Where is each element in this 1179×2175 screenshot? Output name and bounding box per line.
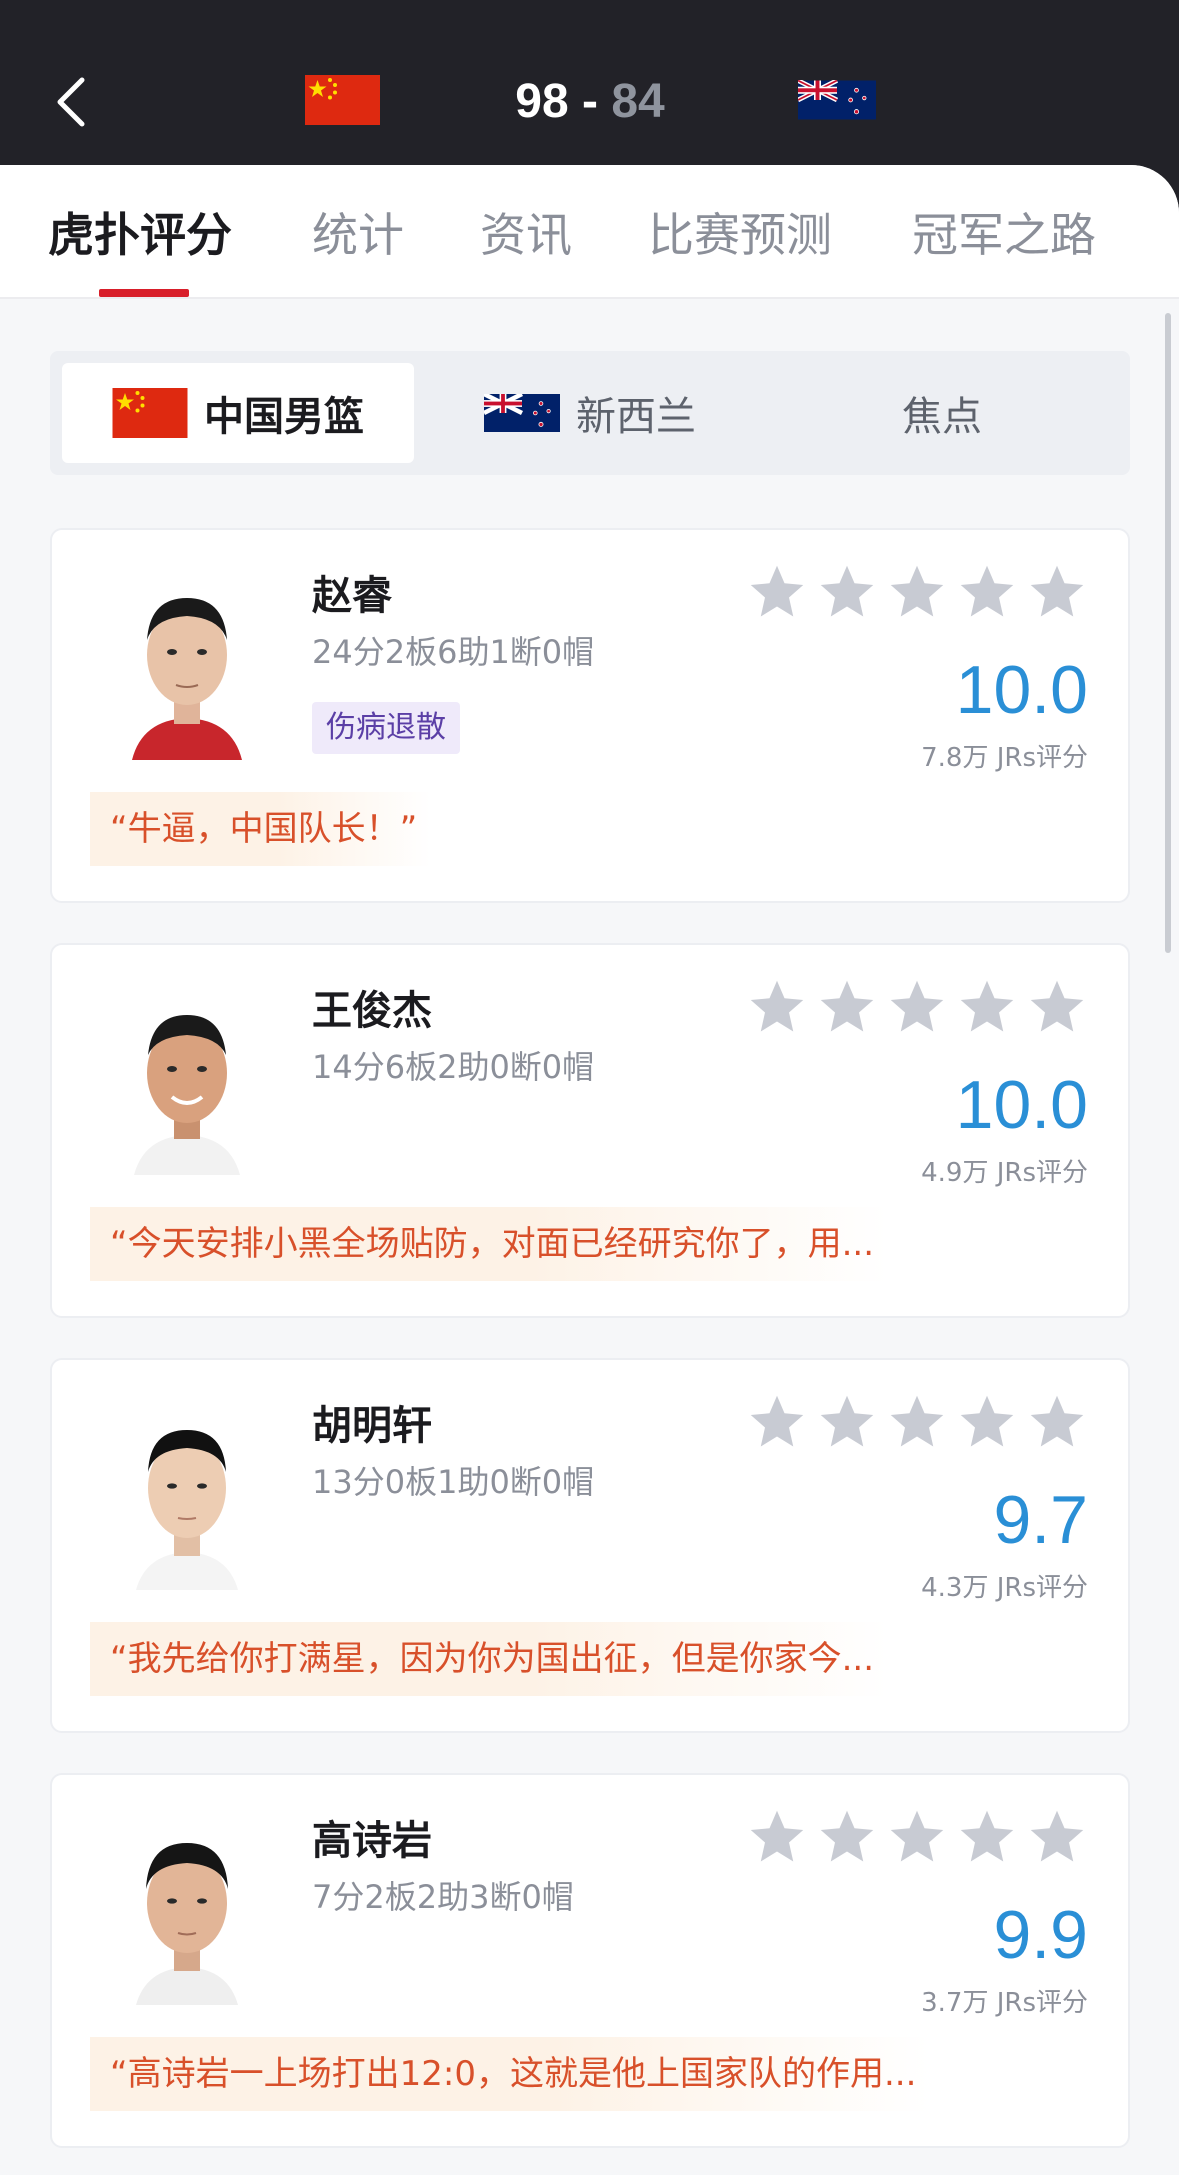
star-icon[interactable] — [1027, 562, 1087, 622]
player-avatar — [112, 985, 262, 1175]
player-avatar — [112, 1400, 262, 1590]
star-icon[interactable] — [747, 1807, 807, 1867]
team-tab-label: 新西兰 — [576, 394, 696, 440]
team-tab-china[interactable]: 中国男篮 — [62, 363, 414, 463]
player-avatar — [112, 1815, 262, 2005]
away-score: 84 — [611, 75, 665, 128]
star-icon[interactable] — [817, 1392, 877, 1452]
rating-votes: 3.7万 JRs评分 — [921, 1988, 1088, 2018]
tab-prediction[interactable]: 比赛预测 — [648, 205, 832, 265]
tab-news[interactable]: 资讯 — [480, 205, 572, 265]
player-name: 胡明轩 — [312, 1403, 432, 1449]
top-comment[interactable]: “今天安排小黑全场贴防，对面已经研究你了，用... — [90, 1207, 889, 1281]
china-flag-icon — [305, 75, 380, 125]
team-tab-new-zealand[interactable]: 新西兰 — [414, 363, 766, 463]
star-icon[interactable] — [887, 1807, 947, 1867]
player-stats: 7分2板2助3断0帽 — [312, 1878, 574, 1916]
player-stats: 13分0板1助0断0帽 — [312, 1463, 595, 1501]
top-comment[interactable]: “牛逼，中国队长！” — [90, 792, 432, 866]
star-icon[interactable] — [1027, 977, 1087, 1037]
player-card[interactable]: 王俊杰 14分6板2助0断0帽 10.0 4.9万 JRs评分 “今天安排小黑全… — [50, 943, 1130, 1318]
player-tag: 伤病退散 — [312, 702, 460, 754]
star-icon[interactable] — [957, 1392, 1017, 1452]
rating-votes: 4.9万 JRs评分 — [921, 1158, 1088, 1188]
player-rating: 10.0 — [955, 652, 1088, 728]
new-zealand-flag-icon — [798, 80, 876, 120]
player-card[interactable]: 高诗岩 7分2板2助3断0帽 9.9 3.7万 JRs评分 “高诗岩一上场打出1… — [50, 1773, 1130, 2148]
active-tab-indicator — [99, 289, 189, 297]
star-icon[interactable] — [887, 977, 947, 1037]
match-header: 98 - 84 — [0, 0, 1179, 180]
team-switcher: 中国男篮 新西兰 焦点 — [50, 351, 1130, 475]
star-icon[interactable] — [817, 977, 877, 1037]
star-icon[interactable] — [747, 562, 807, 622]
player-rating: 9.9 — [993, 1897, 1088, 1973]
star-rating[interactable] — [747, 1392, 1092, 1452]
star-icon[interactable] — [747, 977, 807, 1037]
team-tab-focus[interactable]: 焦点 — [766, 363, 1118, 463]
top-comment[interactable]: “高诗岩一上场打出12:0，这就是他上国家队的作用... — [90, 2037, 931, 2111]
player-card[interactable]: 胡明轩 13分0板1助0断0帽 9.7 4.3万 JRs评分 “我先给你打满星，… — [50, 1358, 1130, 1733]
content-sheet: 虎扑评分 统计 资讯 比赛预测 冠军之路 中国男篮 新西兰 焦点 赵睿 24分2… — [0, 165, 1179, 2175]
new-zealand-flag-icon — [484, 394, 560, 432]
team-tab-label: 中国男篮 — [204, 394, 364, 440]
star-icon[interactable] — [817, 562, 877, 622]
team-tab-label: 焦点 — [902, 394, 982, 440]
player-name: 赵睿 — [312, 573, 392, 619]
chevron-left-icon[interactable] — [52, 72, 92, 132]
player-avatar — [112, 570, 262, 760]
star-icon[interactable] — [817, 1807, 877, 1867]
player-rating: 9.7 — [993, 1482, 1088, 1558]
player-card[interactable]: 赵睿 24分2板6助1断0帽 伤病退散 10.0 7.8万 JRs评分 “牛逼，… — [50, 528, 1130, 903]
star-icon[interactable] — [957, 562, 1017, 622]
star-rating[interactable] — [747, 562, 1092, 622]
player-stats: 24分2板6助1断0帽 — [312, 633, 595, 671]
player-rating: 10.0 — [955, 1067, 1088, 1143]
star-icon[interactable] — [887, 562, 947, 622]
rating-votes: 7.8万 JRs评分 — [921, 743, 1088, 773]
tab-hupu-rating[interactable]: 虎扑评分 — [48, 205, 232, 265]
star-rating[interactable] — [747, 1807, 1092, 1867]
star-icon[interactable] — [887, 1392, 947, 1452]
home-score: 98 — [515, 75, 569, 128]
score-separator: - — [582, 75, 598, 128]
star-rating[interactable] — [747, 977, 1092, 1037]
tab-bar: 虎扑评分 统计 资讯 比赛预测 冠军之路 — [0, 165, 1179, 299]
player-stats: 14分6板2助0断0帽 — [312, 1048, 595, 1086]
tab-stats[interactable]: 统计 — [312, 205, 404, 265]
rating-votes: 4.3万 JRs评分 — [921, 1573, 1088, 1603]
match-score: 98 - 84 — [460, 70, 720, 134]
star-icon[interactable] — [1027, 1807, 1087, 1867]
china-flag-icon — [112, 388, 188, 438]
star-icon[interactable] — [1027, 1392, 1087, 1452]
star-icon[interactable] — [957, 1807, 1017, 1867]
star-icon[interactable] — [957, 977, 1017, 1037]
scrollbar[interactable] — [1165, 313, 1171, 953]
player-name: 高诗岩 — [312, 1818, 432, 1864]
top-comment[interactable]: “我先给你打满星，因为你为国出征，但是你家今... — [90, 1622, 889, 1696]
star-icon[interactable] — [747, 1392, 807, 1452]
tab-champion-road[interactable]: 冠军之路 — [912, 205, 1096, 265]
player-name: 王俊杰 — [312, 988, 432, 1034]
